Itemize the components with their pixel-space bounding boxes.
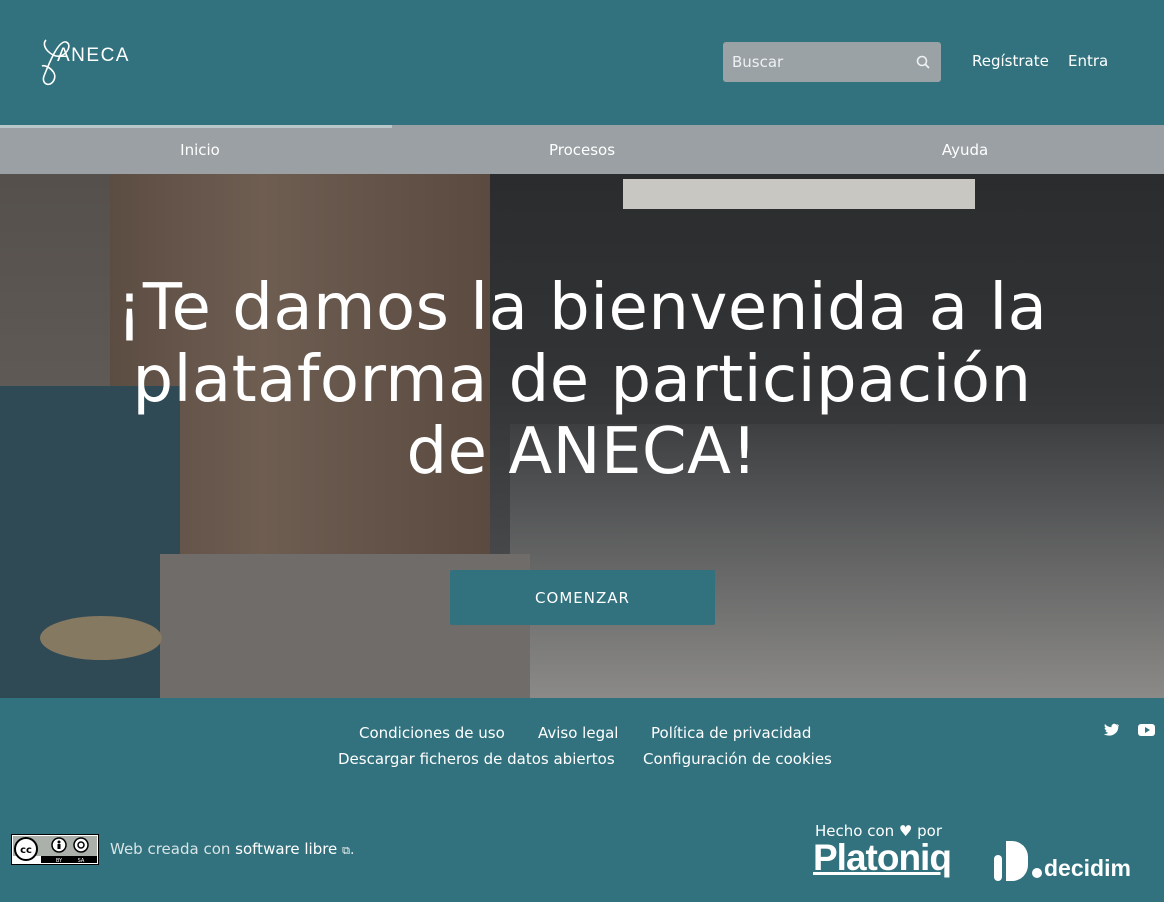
hero-banner: ¡Te damos la bienvenida a la plataforma … [0, 174, 1164, 698]
start-button[interactable]: COMENZAR [450, 570, 715, 625]
external-link-icon: ⧉ [342, 844, 350, 857]
hero-photo-sign [623, 179, 975, 209]
youtube-icon[interactable] [1138, 723, 1156, 737]
footer-link-privacy[interactable]: Política de privacidad [651, 724, 811, 742]
footer-link-terms[interactable]: Condiciones de uso [359, 724, 505, 742]
nav-item-ayuda[interactable]: Ayuda [771, 125, 1159, 174]
login-link[interactable]: Entra [1068, 52, 1108, 70]
search-box [723, 42, 941, 82]
platoniq-logo[interactable]: Platoniq [813, 837, 952, 879]
hero-photo-table [40, 616, 162, 660]
footer-link-legal[interactable]: Aviso legal [538, 724, 618, 742]
aneca-logo[interactable]: ANECA [38, 36, 158, 88]
site-footer: Condiciones de uso Aviso legal Política … [0, 698, 1164, 902]
hero-title: ¡Te damos la bienvenida a la plataforma … [116, 271, 1048, 489]
software-libre-label: software libre [235, 840, 338, 858]
license-text: Web creada con software libre ⧉. [110, 840, 355, 858]
search-icon[interactable] [915, 54, 931, 70]
logo-text: ANECA [57, 45, 130, 66]
software-libre-link[interactable]: software libre ⧉ [235, 840, 350, 858]
nav-item-procesos[interactable]: Procesos [388, 125, 776, 174]
register-link[interactable]: Regístrate [972, 52, 1049, 70]
twitter-icon[interactable] [1102, 723, 1120, 737]
cc-by-sa-badge-icon[interactable]: cc BY SA [11, 834, 99, 865]
decidim-wordmark: decidim [1044, 855, 1131, 881]
site-header: ANECA Regístrate Entra [0, 0, 1164, 125]
svg-text:cc: cc [20, 845, 32, 856]
main-nav: Inicio Procesos Ayuda [0, 125, 1164, 174]
search-input[interactable] [723, 42, 903, 82]
footer-link-open-data[interactable]: Descargar ficheros de datos abiertos [338, 750, 615, 768]
license-prefix: Web creada con [110, 840, 231, 858]
svg-text:BY: BY [56, 858, 63, 864]
nav-item-inicio[interactable]: Inicio [6, 125, 394, 174]
svg-text:SA: SA [78, 858, 85, 864]
footer-link-cookies[interactable]: Configuración de cookies [643, 750, 832, 768]
